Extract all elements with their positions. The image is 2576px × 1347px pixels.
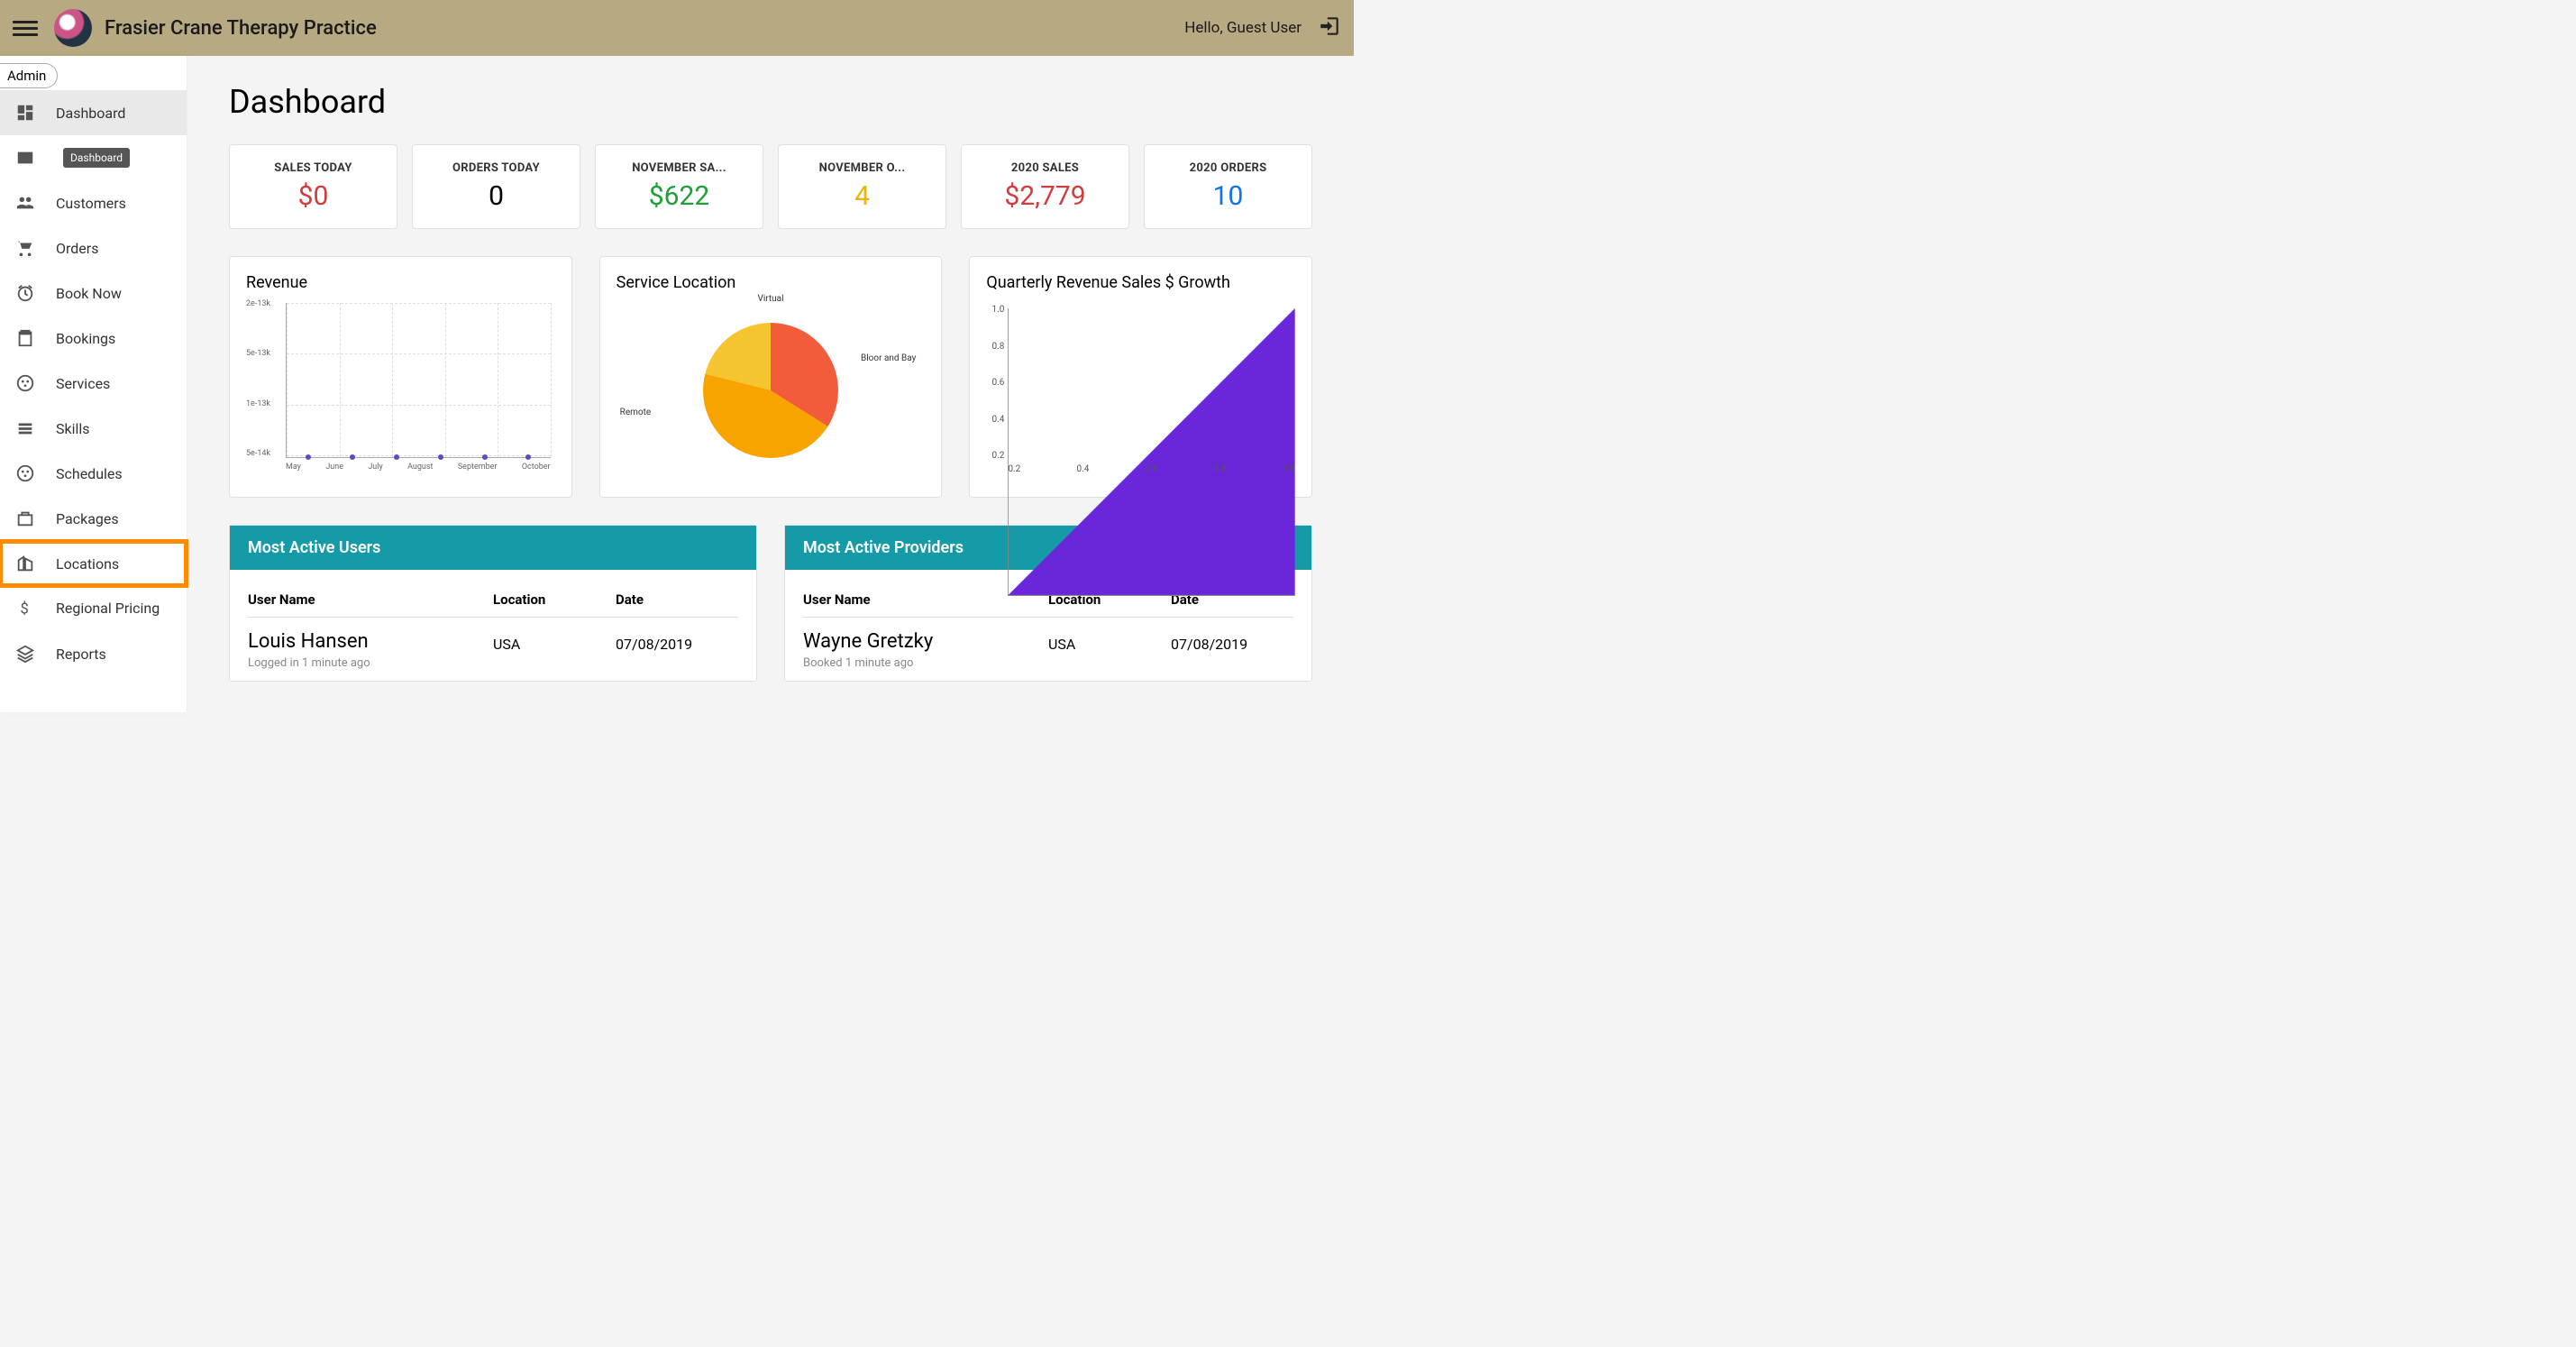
stat-card: ORDERS TODAY 0: [412, 144, 580, 229]
package-icon: [14, 508, 36, 529]
stat-value: 0: [420, 180, 572, 212]
stat-value: 4: [786, 180, 938, 212]
sidebar-item-locations[interactable]: Locations: [0, 541, 187, 586]
pie-chart: [703, 323, 838, 458]
area-chart-body: 1.00.80.60.40.2 0.20.40.60.81.0: [986, 299, 1295, 481]
schedule-icon: [14, 463, 36, 484]
sidebar-item-label: Skills: [56, 420, 90, 437]
cart-icon: [14, 237, 36, 259]
chart-service-location: Service Location Virtual Bloor and Bay Rem…: [599, 256, 943, 498]
table-row: Wayne Gretzky Booked 1 minute ago USA 07…: [803, 618, 1293, 670]
pie-chart-body: VirtualBloor and BayRemote: [617, 299, 926, 481]
stat-label: NOVEMBER O...: [786, 161, 938, 175]
sidebar-item-bookings[interactable]: Bookings: [0, 316, 187, 361]
dashboard-icon: [14, 102, 36, 124]
greeting-text: Hello, Guest User: [1184, 19, 1302, 37]
brand-title: Frasier Crane Therapy Practice: [105, 17, 377, 40]
sidebar: Dashboard Dashboard s Customers Orders B…: [0, 56, 187, 712]
svg-text:$: $: [21, 601, 29, 619]
id-card-icon: [14, 147, 36, 169]
sidebar-item-label: Schedules: [56, 465, 123, 482]
building-icon: [14, 553, 36, 574]
stat-card: NOVEMBER O... 4: [778, 144, 946, 229]
col-date: Date: [616, 591, 738, 608]
list-icon: [14, 417, 36, 439]
user-name: Louis Hansen: [248, 630, 493, 653]
stat-value: $622: [603, 180, 755, 212]
hamburger-menu-button[interactable]: [13, 15, 38, 41]
sidebar-item-regional-pricing[interactable]: $ Regional Pricing: [0, 586, 187, 631]
sidebar-item-label: Services: [56, 375, 110, 392]
admin-tag: Admin: [0, 63, 58, 88]
chart-growth: Quarterly Revenue Sales $ Growth 1.00.80…: [969, 256, 1312, 498]
table-header: User Name Location Date: [248, 591, 738, 618]
col-location: Location: [493, 591, 616, 608]
sidebar-item-providers[interactable]: Dashboard s: [0, 135, 187, 180]
user-date: 07/08/2019: [616, 630, 738, 653]
stat-row: SALES TODAY $0 ORDERS TODAY 0 NOVEMBER SA...…: [229, 144, 1312, 229]
dollar-icon: $: [14, 598, 36, 619]
clipboard-icon: [14, 327, 36, 349]
table-row: Louis Hansen Logged in 1 minute ago USA …: [248, 618, 738, 670]
sidebar-item-orders[interactable]: Orders: [0, 225, 187, 270]
stat-label: SALES TODAY: [237, 161, 389, 175]
sidebar-item-label: Packages: [56, 510, 119, 527]
listing-title: Most Active Users: [230, 526, 756, 570]
sidebar-item-label: Regional Pricing: [56, 600, 160, 617]
sidebar-item-label: Orders: [56, 240, 98, 257]
brand-avatar: [54, 9, 92, 47]
stat-value: 10: [1152, 180, 1304, 212]
stat-label: 2020 SALES: [969, 161, 1121, 175]
main-content: Dashboard SALES TODAY $0 ORDERS TODAY 0 NOVE…: [187, 56, 1354, 712]
sidebar-item-services[interactable]: Services: [0, 361, 187, 406]
logout-icon[interactable]: [1318, 14, 1341, 42]
clock-icon: [14, 282, 36, 304]
stat-card: 2020 SALES $2,779: [961, 144, 1129, 229]
col-username: User Name: [248, 591, 493, 608]
provider-date: 07/08/2019: [1171, 630, 1293, 653]
sidebar-item-skills[interactable]: Skills: [0, 406, 187, 451]
sidebar-item-label: Dashboard: [56, 105, 125, 122]
stat-label: ORDERS TODAY: [420, 161, 572, 175]
chart-title: Service Location: [617, 273, 926, 292]
sidebar-item-dashboard[interactable]: Dashboard: [0, 90, 187, 135]
sidebar-item-packages[interactable]: Packages: [0, 496, 187, 541]
provider-name: Wayne Gretzky: [803, 630, 1048, 653]
provider-location: USA: [1048, 630, 1171, 653]
layers-icon: [14, 643, 36, 664]
stat-card: SALES TODAY $0: [229, 144, 397, 229]
most-active-users: Most Active Users User Name Location Dat…: [229, 525, 757, 682]
stat-label: 2020 ORDERS: [1152, 161, 1304, 175]
stat-value: $2,779: [969, 180, 1121, 212]
pie-label: Virtual: [757, 294, 783, 304]
sidebar-item-label: Book Now: [56, 285, 122, 302]
topbar: Frasier Crane Therapy Practice Hello, Gu…: [0, 0, 1354, 56]
sidebar-tooltip: Dashboard: [63, 148, 130, 168]
sidebar-item-label: Reports: [56, 646, 106, 663]
stat-card: 2020 ORDERS 10: [1144, 144, 1312, 229]
chart-title: Quarterly Revenue Sales $ Growth: [986, 273, 1295, 292]
people-icon: [14, 192, 36, 214]
sidebar-item-reports[interactable]: Reports: [0, 631, 187, 676]
sidebar-item-book-now[interactable]: Book Now: [0, 270, 187, 316]
sidebar-item-label: Customers: [56, 195, 126, 212]
sidebar-item-customers[interactable]: Customers: [0, 180, 187, 225]
sidebar-item-label: Bookings: [56, 330, 115, 347]
services-icon: [14, 372, 36, 394]
chart-title: Revenue: [246, 273, 555, 292]
revenue-chart-body: 2e-13k5e-13k1e-13k5e-14k MayJuneJulyAugu…: [246, 299, 555, 481]
sidebar-item-schedules[interactable]: Schedules: [0, 451, 187, 496]
stat-value: $0: [237, 180, 389, 212]
user-sub: Logged in 1 minute ago: [248, 656, 493, 670]
user-location: USA: [493, 630, 616, 653]
provider-sub: Booked 1 minute ago: [803, 656, 1048, 670]
stat-card: NOVEMBER SA... $622: [595, 144, 763, 229]
page-title: Dashboard: [229, 83, 1312, 121]
pie-label: Remote: [620, 408, 652, 417]
sidebar-item-label: Locations: [56, 555, 119, 573]
pie-label: Bloor and Bay: [861, 353, 916, 363]
stat-label: NOVEMBER SA...: [603, 161, 755, 175]
chart-revenue: Revenue 2e-13k5e-13k1e-13k5e-14k MayJune…: [229, 256, 572, 498]
